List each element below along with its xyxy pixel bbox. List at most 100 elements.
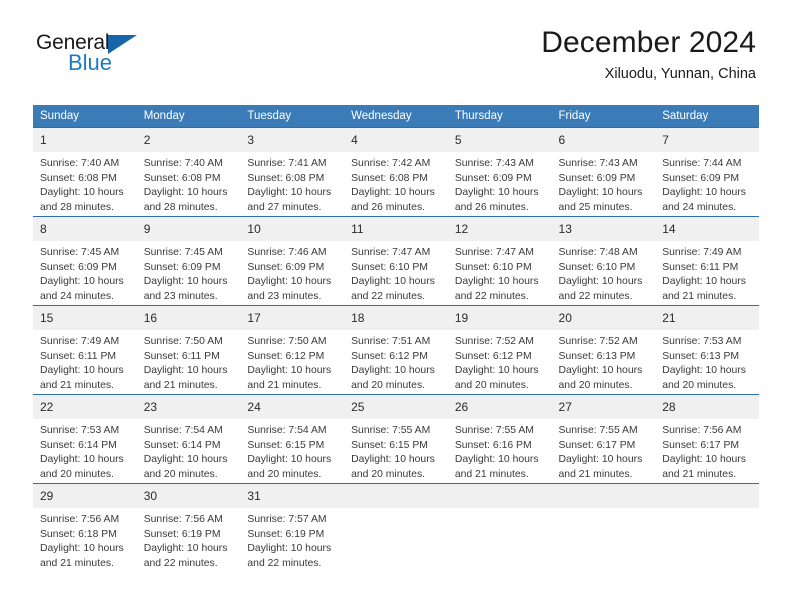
day-cell[interactable]: 28 Sunrise: 7:56 AM Sunset: 6:17 PM Dayligh… [655, 394, 759, 483]
calendar-day-cell[interactable] [447, 483, 552, 572]
day-cell[interactable]: 2 Sunrise: 7:40 AM Sunset: 6:08 PM Daylight… [136, 127, 241, 216]
sunset-time: Sunset: 6:14 PM [143, 439, 221, 451]
calendar-day-cell[interactable]: 3 Sunrise: 7:41 AM Sunset: 6:08 PM Daylight… [240, 127, 345, 216]
daylight-duration-line1: Daylight: 10 hours [662, 365, 746, 377]
calendar-day-cell[interactable]: 4 Sunrise: 7:42 AM Sunset: 6:08 PM Daylight… [344, 127, 448, 216]
day-cell[interactable]: 29 Sunrise: 7:56 AM Sunset: 6:18 PM Dayligh… [33, 483, 137, 572]
day-cell[interactable]: 16 Sunrise: 7:50 AM Sunset: 6:11 PM Dayligh… [136, 305, 241, 394]
day-cell[interactable]: 13 Sunrise: 7:48 AM Sunset: 6:10 PM Dayligh… [551, 216, 656, 305]
calendar-day-cell[interactable] [344, 483, 448, 572]
calendar-day-cell[interactable]: 1 Sunrise: 7:40 AM Sunset: 6:08 PM Daylight… [33, 127, 137, 216]
calendar-day-cell[interactable]: 16 Sunrise: 7:50 AM Sunset: 6:11 PM Dayligh… [136, 305, 241, 394]
calendar-day-cell[interactable]: 8 Sunrise: 7:45 AM Sunset: 6:09 PM Daylight… [33, 216, 137, 305]
daylight-duration-line1: Daylight: 10 hours [247, 187, 332, 199]
logo-triangle-icon [108, 35, 137, 54]
calendar-day-cell[interactable]: 22 Sunrise: 7:53 AM Sunset: 6:14 PM Dayligh… [33, 394, 137, 483]
sunset-time: Sunset: 6:12 PM [247, 350, 325, 362]
sunrise-time: Sunrise: 7:45 AM [40, 247, 120, 258]
day-cell[interactable]: 19 Sunrise: 7:52 AM Sunset: 6:12 PM Dayligh… [447, 305, 552, 394]
day-cell[interactable]: 18 Sunrise: 7:51 AM Sunset: 6:12 PM Dayligh… [344, 305, 448, 394]
general-blue-logo[interactable]: General Blue [36, 26, 148, 82]
calendar-day-cell[interactable]: 6 Sunrise: 7:43 AM Sunset: 6:09 PM Daylight… [551, 127, 656, 216]
day-details: Sunrise: 7:49 AM Sunset: 6:11 PM Daylight:… [655, 241, 759, 304]
day-cell[interactable]: 6 Sunrise: 7:43 AM Sunset: 6:09 PM Daylight… [551, 127, 656, 216]
calendar-day-cell[interactable] [655, 483, 759, 572]
calendar-day-cell[interactable]: 26 Sunrise: 7:55 AM Sunset: 6:16 PM Dayligh… [447, 394, 552, 483]
calendar-day-cell[interactable]: 23 Sunrise: 7:54 AM Sunset: 6:14 PM Dayligh… [136, 394, 241, 483]
sunset-time: Sunset: 6:11 PM [40, 350, 117, 362]
day-cell[interactable]: 27 Sunrise: 7:55 AM Sunset: 6:17 PM Dayligh… [551, 394, 656, 483]
sunrise-time: Sunrise: 7:53 AM [40, 425, 120, 436]
calendar-day-cell[interactable]: 31 Sunrise: 7:57 AM Sunset: 6:19 PM Dayligh… [240, 483, 345, 572]
calendar-day-cell[interactable]: 9 Sunrise: 7:45 AM Sunset: 6:09 PM Daylight… [136, 216, 241, 305]
calendar-day-cell[interactable]: 15 Sunrise: 7:49 AM Sunset: 6:11 PM Dayligh… [33, 305, 137, 394]
calendar-day-cell[interactable]: 21 Sunrise: 7:53 AM Sunset: 6:13 PM Dayligh… [655, 305, 759, 394]
day-number: 23 [136, 395, 241, 419]
sunrise-time: Sunrise: 7:50 AM [247, 336, 327, 347]
daylight-duration-line1: Daylight: 10 hours [351, 454, 435, 466]
day-cell[interactable]: 11 Sunrise: 7:47 AM Sunset: 6:10 PM Dayligh… [344, 216, 448, 305]
day-number: 20 [551, 306, 656, 330]
day-cell[interactable]: 21 Sunrise: 7:53 AM Sunset: 6:13 PM Dayligh… [655, 305, 759, 394]
calendar-day-cell[interactable]: 28 Sunrise: 7:56 AM Sunset: 6:17 PM Dayligh… [655, 394, 759, 483]
daylight-duration-line1: Daylight: 10 hours [558, 365, 643, 377]
calendar-day-cell[interactable]: 20 Sunrise: 7:52 AM Sunset: 6:13 PM Dayligh… [551, 305, 656, 394]
weekday-header-monday: Monday [136, 105, 241, 127]
day-details: Sunrise: 7:47 AM Sunset: 6:10 PM Daylight:… [344, 241, 448, 304]
calendar-day-cell[interactable] [551, 483, 656, 572]
day-cell[interactable]: 20 Sunrise: 7:52 AM Sunset: 6:13 PM Dayligh… [551, 305, 656, 394]
calendar-day-cell[interactable]: 19 Sunrise: 7:52 AM Sunset: 6:12 PM Dayligh… [447, 305, 552, 394]
calendar-day-cell[interactable]: 12 Sunrise: 7:47 AM Sunset: 6:10 PM Dayligh… [447, 216, 552, 305]
day-cell-empty [655, 483, 759, 572]
day-cell[interactable]: 15 Sunrise: 7:49 AM Sunset: 6:11 PM Dayligh… [33, 305, 137, 394]
day-number [655, 484, 759, 508]
calendar-day-cell[interactable]: 27 Sunrise: 7:55 AM Sunset: 6:17 PM Dayligh… [551, 394, 656, 483]
day-cell[interactable]: 26 Sunrise: 7:55 AM Sunset: 6:16 PM Dayligh… [447, 394, 552, 483]
day-cell[interactable]: 1 Sunrise: 7:40 AM Sunset: 6:08 PM Daylight… [33, 127, 137, 216]
day-cell[interactable]: 5 Sunrise: 7:43 AM Sunset: 6:09 PM Daylight… [447, 127, 552, 216]
calendar-day-cell[interactable]: 14 Sunrise: 7:49 AM Sunset: 6:11 PM Dayligh… [655, 216, 759, 305]
day-cell[interactable]: 3 Sunrise: 7:41 AM Sunset: 6:08 PM Daylight… [240, 127, 345, 216]
page-title: December 2024 [541, 26, 756, 59]
weekday-header-wednesday: Wednesday [344, 105, 448, 127]
calendar-day-cell[interactable]: 7 Sunrise: 7:44 AM Sunset: 6:09 PM Daylight… [655, 127, 759, 216]
calendar-day-cell[interactable]: 5 Sunrise: 7:43 AM Sunset: 6:09 PM Daylight… [447, 127, 552, 216]
day-cell[interactable]: 10 Sunrise: 7:46 AM Sunset: 6:09 PM Dayligh… [240, 216, 345, 305]
day-number: 7 [655, 128, 759, 152]
calendar-day-cell[interactable]: 25 Sunrise: 7:55 AM Sunset: 6:15 PM Dayligh… [344, 394, 448, 483]
calendar-day-cell[interactable]: 17 Sunrise: 7:50 AM Sunset: 6:12 PM Dayligh… [240, 305, 345, 394]
calendar-day-cell[interactable]: 13 Sunrise: 7:48 AM Sunset: 6:10 PM Dayligh… [551, 216, 656, 305]
day-cell[interactable]: 9 Sunrise: 7:45 AM Sunset: 6:09 PM Daylight… [136, 216, 241, 305]
day-cell[interactable]: 30 Sunrise: 7:56 AM Sunset: 6:19 PM Dayligh… [136, 483, 241, 572]
day-cell[interactable]: 8 Sunrise: 7:45 AM Sunset: 6:09 PM Daylight… [33, 216, 137, 305]
day-number: 26 [447, 395, 552, 419]
day-cell[interactable]: 22 Sunrise: 7:53 AM Sunset: 6:14 PM Dayligh… [33, 394, 137, 483]
day-cell[interactable]: 12 Sunrise: 7:47 AM Sunset: 6:10 PM Dayligh… [447, 216, 552, 305]
day-cell[interactable]: 7 Sunrise: 7:44 AM Sunset: 6:09 PM Daylight… [655, 127, 759, 216]
day-cell[interactable]: 4 Sunrise: 7:42 AM Sunset: 6:08 PM Daylight… [344, 127, 448, 216]
calendar-week-row: 22 Sunrise: 7:53 AM Sunset: 6:14 PM Dayligh… [33, 394, 759, 483]
day-cell[interactable]: 25 Sunrise: 7:55 AM Sunset: 6:15 PM Dayligh… [344, 394, 448, 483]
day-details: Sunrise: 7:45 AM Sunset: 6:09 PM Daylight:… [33, 241, 137, 304]
day-cell[interactable]: 17 Sunrise: 7:50 AM Sunset: 6:12 PM Dayligh… [240, 305, 345, 394]
sunset-time: Sunset: 6:09 PM [454, 172, 532, 184]
day-cell[interactable]: 23 Sunrise: 7:54 AM Sunset: 6:14 PM Dayligh… [136, 394, 241, 483]
calendar-week-row: 15 Sunrise: 7:49 AM Sunset: 6:11 PM Dayligh… [33, 305, 759, 394]
day-cell[interactable]: 24 Sunrise: 7:54 AM Sunset: 6:15 PM Dayligh… [240, 394, 345, 483]
weekday-header-tuesday: Tuesday [240, 105, 345, 127]
calendar-day-cell[interactable]: 24 Sunrise: 7:54 AM Sunset: 6:15 PM Dayligh… [240, 394, 345, 483]
daylight-duration-line1: Daylight: 10 hours [558, 454, 643, 466]
calendar-day-cell[interactable]: 29 Sunrise: 7:56 AM Sunset: 6:18 PM Dayligh… [33, 483, 137, 572]
calendar-day-cell[interactable]: 10 Sunrise: 7:46 AM Sunset: 6:09 PM Dayligh… [240, 216, 345, 305]
daylight-duration-line2: and 28 minutes. [143, 201, 218, 213]
calendar-day-cell[interactable]: 2 Sunrise: 7:40 AM Sunset: 6:08 PM Daylight… [136, 127, 241, 216]
calendar-day-cell[interactable]: 11 Sunrise: 7:47 AM Sunset: 6:10 PM Dayligh… [344, 216, 448, 305]
calendar-day-cell[interactable]: 30 Sunrise: 7:56 AM Sunset: 6:19 PM Dayligh… [136, 483, 241, 572]
calendar-day-cell[interactable]: 18 Sunrise: 7:51 AM Sunset: 6:12 PM Dayligh… [344, 305, 448, 394]
daylight-duration-line2: and 20 minutes. [454, 379, 529, 391]
calendar-week-row: 8 Sunrise: 7:45 AM Sunset: 6:09 PM Daylight… [33, 216, 759, 305]
day-number: 8 [33, 217, 137, 241]
day-cell[interactable]: 14 Sunrise: 7:49 AM Sunset: 6:11 PM Dayligh… [655, 216, 759, 305]
sunset-time: Sunset: 6:12 PM [351, 350, 428, 362]
day-cell[interactable]: 31 Sunrise: 7:57 AM Sunset: 6:19 PM Dayligh… [240, 483, 345, 572]
